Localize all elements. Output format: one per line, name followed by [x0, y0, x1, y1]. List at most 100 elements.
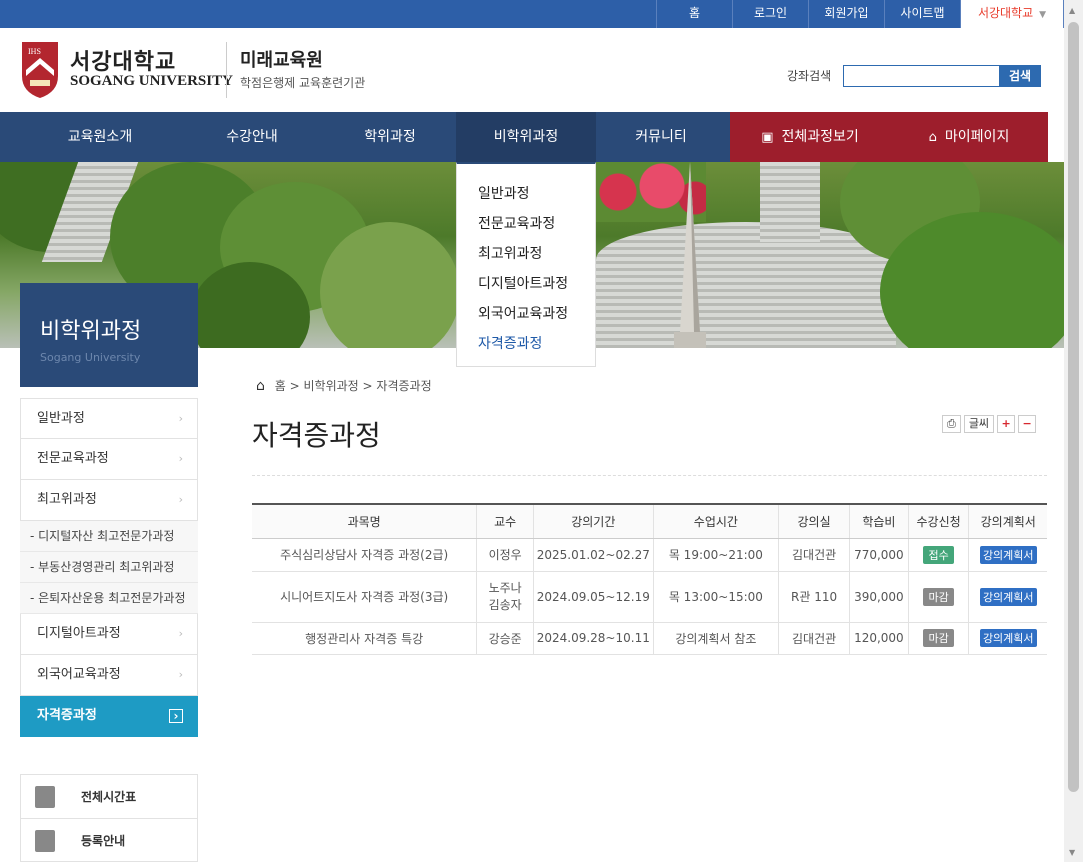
shield-text: IHS — [28, 47, 41, 56]
breadcrumb-level2: 자격증과정 — [376, 379, 432, 393]
logo-english[interactable]: SOGANG UNIVERSITY — [70, 73, 233, 90]
classroom: 김대건관 — [778, 538, 850, 572]
top-link-join[interactable]: 회원가입 — [808, 0, 884, 28]
class-time: 목 13:00~15:00 — [652, 571, 779, 623]
dropdown-item-foreign[interactable]: 외국어교육과정 — [478, 304, 595, 334]
plan-cell: 강의계획서 — [968, 622, 1047, 655]
table-header-row: 과목명 교수 강의기간 수업시간 강의실 학습비 수강신청 강의계획서 — [252, 503, 1047, 539]
header-divider — [226, 42, 227, 98]
classroom: 김대건관 — [778, 622, 850, 655]
sidebar-item-foreign[interactable]: 외국어교육과정 › — [20, 655, 198, 696]
quick-link-registration[interactable]: 등록안내 — [21, 819, 197, 862]
banner-stairs — [760, 162, 820, 242]
banner-stairs — [596, 222, 896, 348]
plan-cell: 강의계획서 — [968, 571, 1047, 623]
nav-item-about[interactable]: 교육원소개 — [0, 112, 200, 162]
sidebar-item-label: 디지털아트과정 — [37, 626, 121, 641]
divider — [252, 475, 1047, 476]
scrollbar[interactable]: ▲ ▼ — [1064, 0, 1083, 862]
nav-item-degree[interactable]: 학위과정 — [325, 112, 455, 162]
sidebar-item-certificate[interactable]: 자격증과정 › — [20, 696, 198, 737]
sidebar-subitem-real-estate[interactable]: - 부동산경영관리 최고위과정 — [20, 552, 198, 583]
print-button[interactable]: ⎙ — [942, 415, 961, 433]
top-link-login[interactable]: 로그인 — [732, 0, 808, 28]
main-nav: 교육원소개 수강안내 학위과정 비학위과정 커뮤니티 ▣ 전체과정보기 ⌂ 마이페이… — [0, 112, 1048, 162]
sidebar-item-professional[interactable]: 전문교육과정 › — [20, 439, 198, 480]
home-icon: ⌂ — [928, 130, 937, 145]
breadcrumb-home[interactable]: 홈 — [275, 379, 286, 393]
sidebar-item-general[interactable]: 일반과정 › — [20, 398, 198, 439]
page-title: 자격증과정 — [252, 419, 381, 452]
timetable-icon — [35, 786, 55, 808]
column-header: 과목명 — [252, 503, 477, 539]
nav-all-courses-label: 전체과정보기 — [781, 129, 859, 145]
quick-link-label: 등록안내 — [81, 834, 126, 848]
sidebar-item-label: 외국어교육과정 — [37, 667, 121, 682]
quick-link-timetable[interactable]: 전체시간표 — [21, 775, 197, 819]
side-subtitle: Sogang University — [40, 351, 141, 364]
font-decrease-button[interactable]: − — [1018, 415, 1037, 433]
course-name[interactable]: 행정관리사 자격증 특강 — [252, 622, 477, 655]
font-increase-button[interactable]: + — [997, 415, 1016, 433]
search-input[interactable] — [843, 65, 1000, 87]
professor: 강승준 — [476, 622, 534, 655]
nav-mypage-button[interactable]: ⌂ 마이페이지 — [890, 112, 1048, 162]
sidebar-subitem-retirement[interactable]: - 은퇴자산운용 최고전문가과정 — [20, 583, 198, 614]
top-link-home[interactable]: 홈 — [656, 0, 732, 28]
fee: 390,000 — [849, 571, 909, 623]
search-button[interactable]: 검색 — [999, 65, 1041, 87]
nav-dropdown: 일반과정 전문교육과정 최고위과정 디지털아트과정 외국어교육과정 자격증과정 — [456, 162, 596, 367]
column-header: 강의계획서 — [968, 503, 1047, 539]
home-icon[interactable]: ⌂ — [256, 378, 265, 394]
column-header: 강의기간 — [532, 503, 654, 539]
syllabus-button[interactable]: 강의계획서 — [979, 587, 1037, 606]
university-shield-icon[interactable]: IHS — [20, 40, 60, 100]
logo-korean[interactable]: 서강대학교 — [70, 44, 176, 76]
sidebar-item-executive[interactable]: 최고위과정 › — [20, 480, 198, 521]
course-name[interactable]: 시니어트지도사 자격증 과정(3급) — [252, 571, 477, 623]
enroll-cell: 접수 — [907, 538, 969, 572]
enroll-open-button[interactable]: 접수 — [923, 545, 954, 564]
course-table: 과목명 교수 강의기간 수업시간 강의실 학습비 수강신청 강의계획서 주식심리… — [252, 503, 1047, 655]
nav-item-guide[interactable]: 수강안내 — [200, 112, 304, 162]
period: 2024.09.28~10.11 — [532, 622, 654, 655]
chevron-right-icon: › — [178, 627, 183, 640]
institute-name[interactable]: 미래교육원 — [240, 46, 323, 72]
breadcrumb-separator: > — [289, 379, 300, 393]
enroll-cell: 마감 — [907, 622, 969, 655]
professor: 이정우 — [476, 538, 534, 572]
dropdown-item-general[interactable]: 일반과정 — [478, 184, 595, 214]
nav-item-community[interactable]: 커뮤니티 — [596, 112, 726, 162]
classroom: R관 110 — [778, 571, 850, 623]
nav-item-nondegree[interactable]: 비학위과정 — [456, 112, 596, 162]
breadcrumb-level1[interactable]: 비학위과정 — [303, 379, 358, 393]
scroll-up-icon[interactable]: ▲ — [1069, 6, 1075, 15]
university-select[interactable]: 서강대학교 ▼ — [960, 0, 1064, 28]
dropdown-item-digital-art[interactable]: 디지털아트과정 — [478, 274, 595, 304]
enroll-closed-badge: 마감 — [923, 629, 954, 647]
sidebar-subitem-digital-asset[interactable]: - 디지털자산 최고전문가과정 — [20, 521, 198, 552]
plan-cell: 강의계획서 — [968, 538, 1047, 572]
chevron-right-icon: › — [178, 668, 183, 681]
course-name[interactable]: 주식심리상담사 자격증 과정(2급) — [252, 538, 477, 572]
nav-all-courses-button[interactable]: ▣ 전체과정보기 — [730, 112, 890, 162]
sidebar-item-digital-art[interactable]: 디지털아트과정 › — [20, 614, 198, 655]
scroll-down-icon[interactable]: ▼ — [1069, 848, 1075, 857]
column-header: 수업시간 — [652, 503, 779, 539]
header: IHS 서강대학교 SOGANG UNIVERSITY 미래교육원 학점은행제 … — [0, 28, 1064, 112]
top-link-sitemap[interactable]: 사이트맵 — [884, 0, 960, 28]
chevron-right-icon: › — [178, 493, 183, 506]
syllabus-button[interactable]: 강의계획서 — [979, 629, 1037, 647]
enroll-closed-badge: 마감 — [923, 587, 954, 606]
dropdown-item-professional[interactable]: 전문교육과정 — [478, 214, 595, 244]
fee: 770,000 — [849, 538, 909, 572]
period: 2024.09.05~12.19 — [532, 571, 654, 623]
scrollbar-thumb[interactable] — [1068, 22, 1079, 792]
column-header: 강의실 — [778, 503, 850, 539]
dropdown-item-certificate[interactable]: 자격증과정 — [478, 334, 595, 364]
table-row: 시니어트지도사 자격증 과정(3급) 노주나 김송자 2024.09.05~12… — [252, 571, 1047, 623]
sidebar-item-label: 전문교육과정 — [37, 451, 109, 466]
syllabus-button[interactable]: 강의계획서 — [979, 545, 1037, 564]
class-time: 목 19:00~21:00 — [652, 538, 779, 572]
dropdown-item-executive[interactable]: 최고위과정 — [478, 244, 595, 274]
